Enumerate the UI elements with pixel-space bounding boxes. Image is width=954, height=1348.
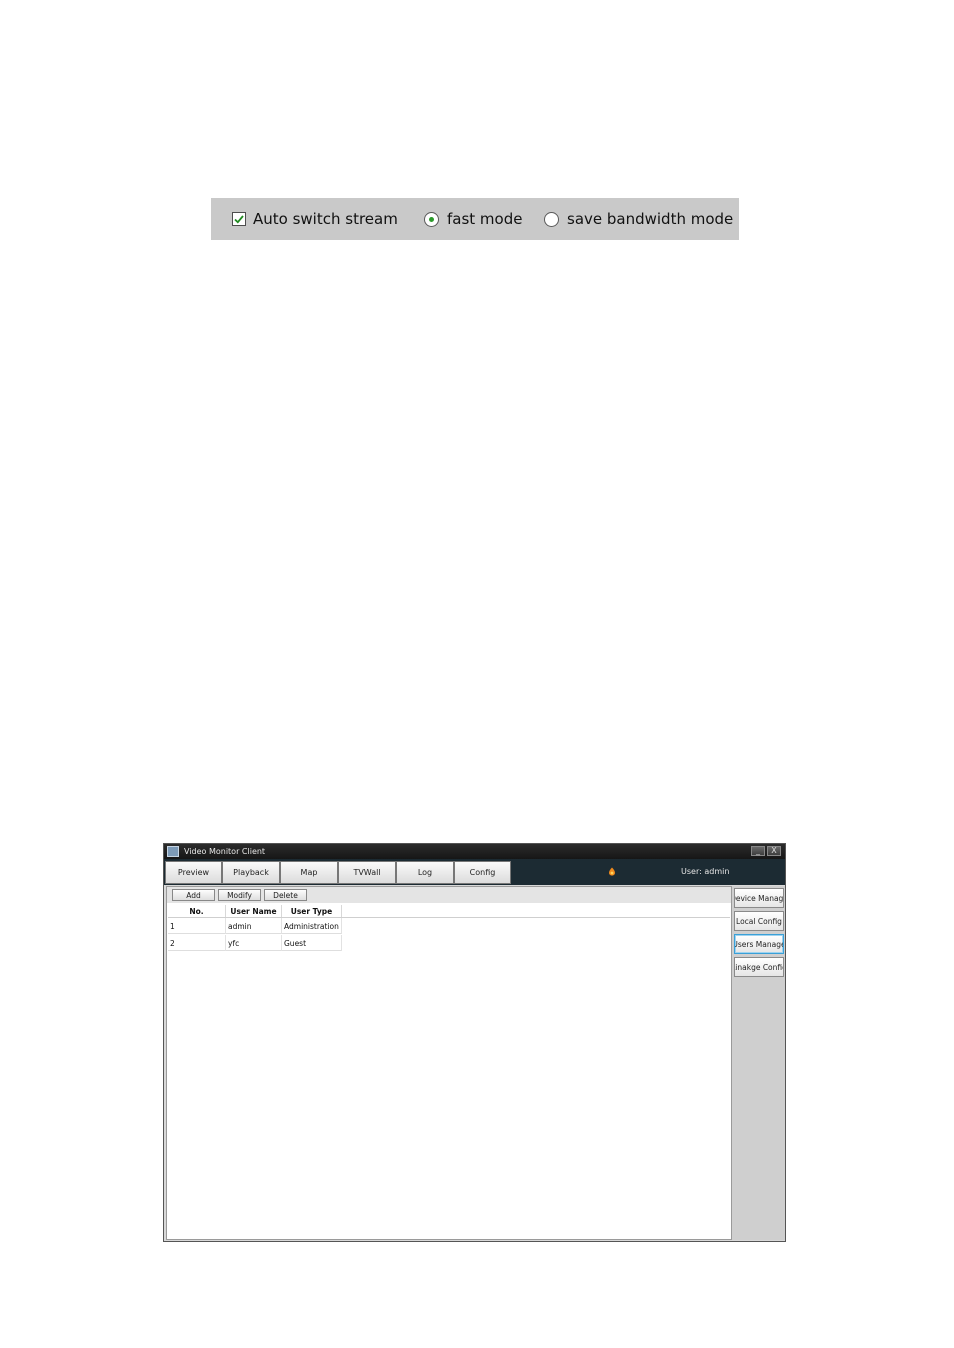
checkmark-icon xyxy=(234,215,244,224)
user-toolbar: Add Modify Delete xyxy=(167,887,731,903)
cell-user-type: Administration xyxy=(282,918,342,934)
app-window: Video Monitor Client _ X Preview Playbac… xyxy=(163,843,786,1242)
table-header: No. User Name User Type xyxy=(168,905,730,918)
column-header-user-type[interactable]: User Type xyxy=(282,905,342,917)
tab-config[interactable]: Config xyxy=(454,861,511,884)
window-title: Video Monitor Client xyxy=(184,847,266,856)
fast-mode-radio[interactable] xyxy=(424,211,439,227)
sidebar-item-users-manage[interactable]: Users Manage xyxy=(734,934,784,954)
status-area xyxy=(511,859,785,885)
tab-map[interactable]: Map xyxy=(280,861,338,884)
fast-mode-label: fast mode xyxy=(447,210,523,228)
modify-user-button[interactable]: Modify xyxy=(218,889,261,901)
alarm-icon[interactable] xyxy=(608,867,616,876)
cell-user-type: Guest xyxy=(282,935,342,951)
close-button[interactable]: X xyxy=(767,846,781,856)
fast-mode-option[interactable]: fast mode xyxy=(424,198,522,240)
table-row[interactable]: 2 yfc Guest xyxy=(168,935,342,951)
minimize-button[interactable]: _ xyxy=(751,846,765,856)
main-nav: Preview Playback Map TVWall Log Config U… xyxy=(164,859,785,885)
tab-tvwall[interactable]: TVWall xyxy=(338,861,396,884)
current-user-label: User: admin xyxy=(681,867,730,876)
table-row[interactable]: 1 admin Administration xyxy=(168,918,342,934)
radio-selected-dot xyxy=(429,216,434,222)
title-bar: Video Monitor Client _ X xyxy=(164,844,785,859)
auto-switch-label: Auto switch stream xyxy=(253,210,398,228)
config-sidebar: Device Manage Local Config Users Manage … xyxy=(732,886,785,1240)
cell-no: 1 xyxy=(168,918,226,934)
column-header-user-name[interactable]: User Name xyxy=(226,905,282,917)
cell-no: 2 xyxy=(168,935,226,951)
save-bandwidth-mode-label: save bandwidth mode xyxy=(567,210,734,228)
cell-user-name: yfc xyxy=(226,935,282,951)
users-manage-panel: Add Modify Delete No. User Name User Typ… xyxy=(166,886,732,1240)
tab-log[interactable]: Log xyxy=(396,861,454,884)
sidebar-item-linkage-config[interactable]: Linakge Config xyxy=(734,957,784,977)
delete-user-button[interactable]: Delete xyxy=(264,889,307,901)
auto-switch-stream-option[interactable]: Auto switch stream xyxy=(232,198,398,240)
save-bandwidth-mode-option[interactable]: save bandwidth mode xyxy=(544,198,733,240)
tab-playback[interactable]: Playback xyxy=(222,861,280,884)
app-icon xyxy=(167,846,179,857)
sidebar-item-local-config[interactable]: Local Config xyxy=(734,911,784,931)
cell-user-name: admin xyxy=(226,918,282,934)
column-header-no[interactable]: No. xyxy=(168,905,226,917)
save-bandwidth-mode-radio[interactable] xyxy=(544,211,559,227)
sidebar-item-device-manage[interactable]: Device Manage xyxy=(734,888,784,908)
auto-switch-checkbox[interactable] xyxy=(232,212,246,226)
add-user-button[interactable]: Add xyxy=(172,889,215,901)
tab-preview[interactable]: Preview xyxy=(165,861,222,884)
stream-options-bar: Auto switch stream fast mode save bandwi… xyxy=(211,198,739,240)
